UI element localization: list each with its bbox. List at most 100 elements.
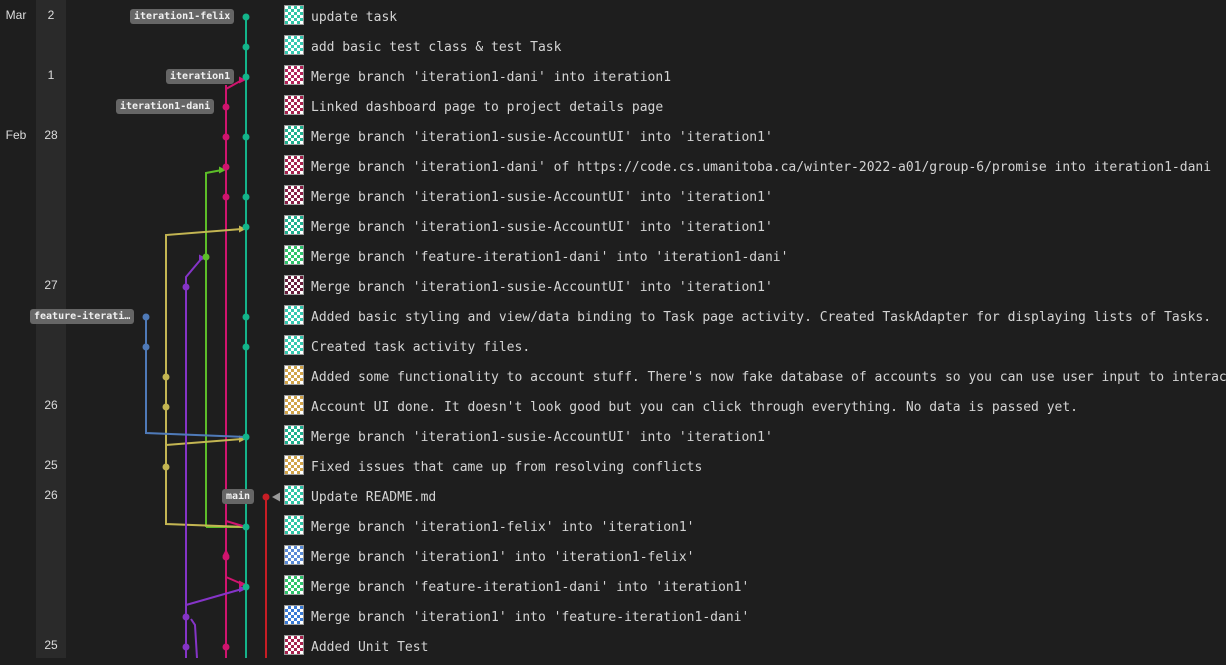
author-avatar	[284, 545, 304, 565]
commit-row[interactable]: Added basic styling and view/data bindin…	[284, 300, 1226, 330]
day-label: 27	[44, 278, 58, 292]
commit-dot[interactable]	[162, 373, 170, 381]
day-column: 2 1 28 27 26 25 26 25	[36, 0, 66, 658]
commit-row[interactable]: Update README.md	[284, 480, 1226, 510]
commit-message: Created task activity files.	[311, 340, 531, 355]
commit-dot[interactable]	[262, 493, 270, 501]
author-avatar	[284, 5, 304, 25]
commit-dot[interactable]	[202, 253, 210, 261]
author-avatar	[284, 635, 304, 655]
commit-row[interactable]: Merge branch 'iteration1-felix' into 'it…	[284, 510, 1226, 540]
commit-row[interactable]: Fixed issues that came up from resolving…	[284, 450, 1226, 480]
commit-row[interactable]: Merge branch 'iteration1-dani' into iter…	[284, 60, 1226, 90]
commit-message: Fixed issues that came up from resolving…	[311, 460, 703, 475]
commit-row[interactable]: Added some functionality to account stuf…	[284, 360, 1226, 390]
commit-row[interactable]: Merge branch 'iteration1-susie-AccountUI…	[284, 120, 1226, 150]
author-avatar	[284, 605, 304, 625]
author-avatar	[284, 125, 304, 145]
edge-olive	[165, 438, 243, 446]
commit-dot[interactable]	[242, 343, 250, 351]
author-avatar	[284, 335, 304, 355]
commit-message: Merge branch 'iteration1-dani' into iter…	[311, 70, 672, 85]
branch-ref-tag[interactable]: feature-iterati…	[30, 309, 135, 324]
commit-row[interactable]: update task	[284, 0, 1226, 30]
head-pointer-icon	[272, 492, 280, 502]
author-avatar	[284, 185, 304, 205]
commit-dot[interactable]	[222, 133, 230, 141]
lane-olive	[165, 228, 243, 497]
commit-message: update task	[311, 10, 398, 25]
branch-ref-tag[interactable]: main	[222, 489, 255, 504]
commit-row[interactable]: Added Unit Test	[284, 630, 1226, 660]
author-avatar	[284, 485, 304, 505]
month-label: Mar	[5, 8, 27, 22]
commit-dot[interactable]	[242, 523, 250, 531]
commit-dot[interactable]	[222, 103, 230, 111]
commit-message: Merge branch 'iteration1' into 'iteratio…	[311, 550, 695, 565]
month-column: Mar Feb	[0, 0, 36, 658]
commit-row[interactable]: Merge branch 'iteration1-susie-AccountUI…	[284, 420, 1226, 450]
edge-purple-down	[190, 618, 198, 658]
commit-row[interactable]: Merge branch 'feature-iteration1-dani' i…	[284, 240, 1226, 270]
commit-row[interactable]: Linked dashboard page to project details…	[284, 90, 1226, 120]
commit-dot[interactable]	[242, 223, 250, 231]
commit-message: Merge branch 'iteration1-susie-AccountUI…	[311, 130, 773, 145]
day-label: 26	[44, 488, 58, 502]
author-avatar	[284, 155, 304, 175]
month-label: Feb	[5, 128, 27, 142]
commit-dot[interactable]	[242, 583, 250, 591]
commit-message: Merge branch 'iteration1-dani' of https:…	[311, 160, 1212, 175]
commit-dot[interactable]	[222, 163, 230, 171]
author-avatar	[284, 215, 304, 235]
commit-message: Account UI done. It doesn't look good bu…	[311, 400, 1079, 415]
commit-dot[interactable]	[222, 643, 230, 651]
commit-dot[interactable]	[242, 13, 250, 21]
commit-dot[interactable]	[242, 193, 250, 201]
edge-magenta-merge	[225, 79, 243, 107]
commit-row[interactable]: Merge branch 'iteration1-susie-AccountUI…	[284, 270, 1226, 300]
commit-dot[interactable]	[162, 463, 170, 471]
commit-row[interactable]: Created task activity files.	[284, 330, 1226, 360]
commit-dot[interactable]	[242, 313, 250, 321]
author-avatar	[284, 65, 304, 85]
day-label: 26	[44, 398, 58, 412]
commit-row[interactable]: Merge branch 'feature-iteration1-dani' i…	[284, 570, 1226, 600]
commit-row[interactable]: Merge branch 'iteration1' into 'iteratio…	[284, 540, 1226, 570]
lane-blue	[145, 317, 247, 438]
author-avatar	[284, 275, 304, 295]
commit-message: Added basic styling and view/data bindin…	[311, 310, 1212, 325]
commit-dot[interactable]	[142, 313, 150, 321]
day-label: 1	[47, 68, 55, 82]
commit-dot[interactable]	[242, 433, 250, 441]
commit-dot[interactable]	[182, 613, 190, 621]
commit-dot[interactable]	[222, 193, 230, 201]
author-avatar	[284, 245, 304, 265]
commit-row[interactable]: Merge branch 'iteration1-susie-AccountUI…	[284, 180, 1226, 210]
branch-ref-tag[interactable]: iteration1	[166, 69, 235, 84]
author-avatar	[284, 425, 304, 445]
commit-dot[interactable]	[182, 283, 190, 291]
author-avatar	[284, 455, 304, 475]
author-avatar	[284, 395, 304, 415]
commit-row[interactable]: Merge branch 'iteration1' into 'feature-…	[284, 600, 1226, 630]
author-avatar	[284, 365, 304, 385]
commit-row[interactable]: Merge branch 'iteration1-dani' of https:…	[284, 150, 1226, 180]
commit-row[interactable]: add basic test class & test Task	[284, 30, 1226, 60]
author-avatar	[284, 575, 304, 595]
branch-ref-tag[interactable]: iteration1-dani	[116, 99, 215, 114]
commit-message: Merge branch 'feature-iteration1-dani' i…	[311, 250, 789, 265]
commit-row[interactable]: Merge branch 'iteration1-susie-AccountUI…	[284, 210, 1226, 240]
day-label: 25	[44, 638, 58, 652]
commit-dot[interactable]	[222, 553, 230, 561]
commit-dot[interactable]	[162, 403, 170, 411]
commit-dot[interactable]	[182, 643, 190, 651]
commit-dot[interactable]	[142, 343, 150, 351]
lane-green	[205, 169, 223, 527]
commit-row[interactable]: Account UI done. It doesn't look good bu…	[284, 390, 1226, 420]
commit-dot[interactable]	[242, 73, 250, 81]
commit-dot[interactable]	[242, 133, 250, 141]
branch-ref-tag[interactable]: iteration1-felix	[130, 9, 235, 24]
commit-message: Merge branch 'iteration1-felix' into 'it…	[311, 520, 695, 535]
commit-dot[interactable]	[242, 43, 250, 51]
day-label: 25	[44, 458, 58, 472]
